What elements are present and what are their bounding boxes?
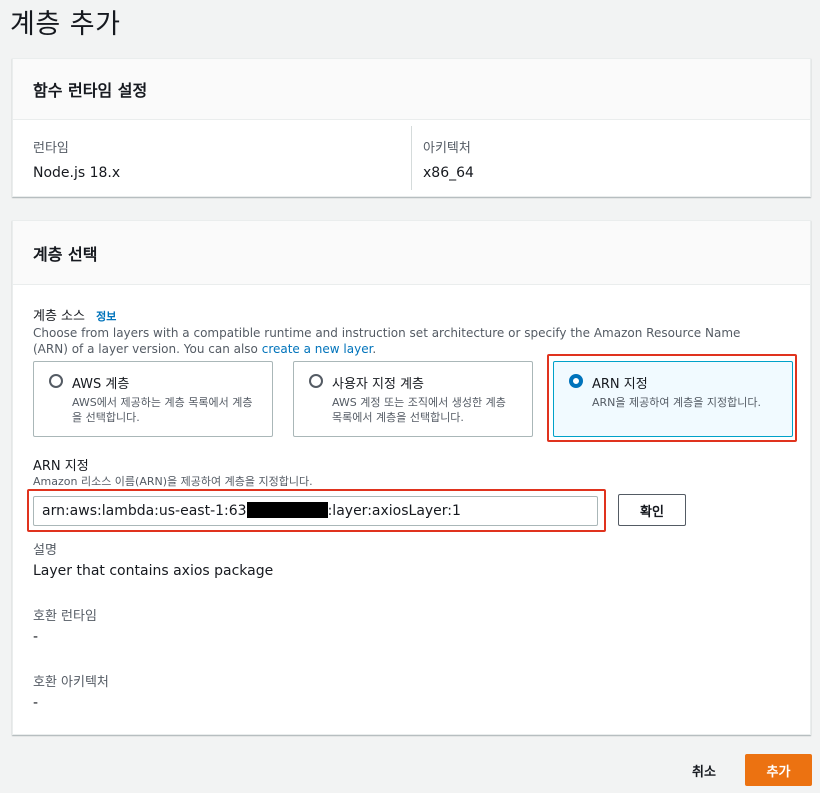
compatible-architectures-label: 호환 아키텍처 <box>33 675 109 690</box>
compatible-runtimes-label: 호환 런타임 <box>33 609 97 624</box>
option-description: ARN을 제공하여 계층을 지정합니다. <box>592 396 761 409</box>
runtime-panel-heading: 함수 런타임 설정 <box>33 81 148 100</box>
runtime-column: 런타임 Node.js 18.x <box>33 137 120 181</box>
architecture-column: 아키텍처 x86_64 <box>423 137 474 181</box>
create-new-layer-link[interactable]: create a new layer <box>262 342 373 356</box>
runtime-value: Node.js 18.x <box>33 165 121 181</box>
add-button[interactable]: 추가 <box>745 754 812 786</box>
option-description: AWS에서 제공하는 계층 목록에서 계층을 선택합니다. <box>72 396 253 424</box>
option-tile-specify-arn[interactable]: ARN 지정 ARN을 제공하여 계층을 지정합니다. <box>553 361 793 437</box>
option-label: ARN 지정 <box>592 377 648 392</box>
runtime-info-row: 런타임 Node.js 18.x 아키텍처 x86_64 <box>13 120 810 196</box>
arn-value-suffix: :layer:axiosLayer:1 <box>327 503 461 519</box>
layer-source-label: 계층 소스 <box>33 309 85 324</box>
runtime-settings-panel: 함수 런타임 설정 런타임 Node.js 18.x 아키텍처 x86_64 <box>12 58 811 197</box>
arn-value-prefix: arn:aws:lambda:us-east-1:63 <box>42 503 247 519</box>
column-divider <box>411 126 412 190</box>
redacted-account-id <box>246 502 328 518</box>
info-link[interactable]: 정보 <box>96 310 116 323</box>
runtime-label: 런타임 <box>33 141 69 156</box>
arn-field-label: ARN 지정 <box>33 459 89 474</box>
layer-source-description-end: . <box>372 342 377 356</box>
arn-field-description: Amazon 리소스 이름(ARN)을 제공하여 계층을 지정합니다. <box>33 475 313 488</box>
layer-panel-header: 계층 선택 <box>13 221 810 285</box>
option-tile-aws-layers[interactable]: AWS 계층 AWS에서 제공하는 계층 목록에서 계층을 선택합니다. <box>33 361 273 437</box>
option-tile-custom-layers[interactable]: 사용자 지정 계층 AWS 계정 또는 조직에서 생성한 계층 목록에서 계층을… <box>293 361 533 437</box>
confirm-button[interactable]: 확인 <box>618 494 686 526</box>
option-description: AWS 계정 또는 조직에서 생성한 계층 목록에서 계층을 선택합니다. <box>332 396 506 424</box>
compatible-architectures-value: - <box>33 695 39 711</box>
option-label: 사용자 지정 계층 <box>332 377 424 392</box>
layer-panel-heading: 계층 선택 <box>33 244 98 264</box>
option-label: AWS 계층 <box>72 377 130 392</box>
page-title: 계층 추가 <box>10 9 121 40</box>
runtime-panel-header: 함수 런타임 설정 <box>13 59 810 120</box>
description-label: 설명 <box>33 543 57 558</box>
layer-selection-panel: 계층 선택 계층 소스 정보 Choose from layers with a… <box>12 220 811 735</box>
radio-button-specify-arn[interactable] <box>569 374 583 388</box>
architecture-value: x86_64 <box>423 165 474 181</box>
radio-button-aws-layers[interactable] <box>49 374 63 388</box>
compatible-runtimes-value: - <box>33 629 39 645</box>
architecture-label: 아키텍처 <box>423 141 471 156</box>
cancel-button[interactable]: 취소 <box>678 754 730 786</box>
description-value: Layer that contains axios package <box>33 563 274 579</box>
layer-source-label-row: 계층 소스 정보 <box>33 305 116 324</box>
layer-source-description: Choose from layers with a compatible run… <box>33 325 773 357</box>
arn-input[interactable]: arn:aws:lambda:us-east-1:63 :layer:axiosL… <box>33 496 598 526</box>
layer-source-description-text: Choose from layers with a compatible run… <box>33 326 741 356</box>
radio-button-custom-layers[interactable] <box>309 374 323 388</box>
